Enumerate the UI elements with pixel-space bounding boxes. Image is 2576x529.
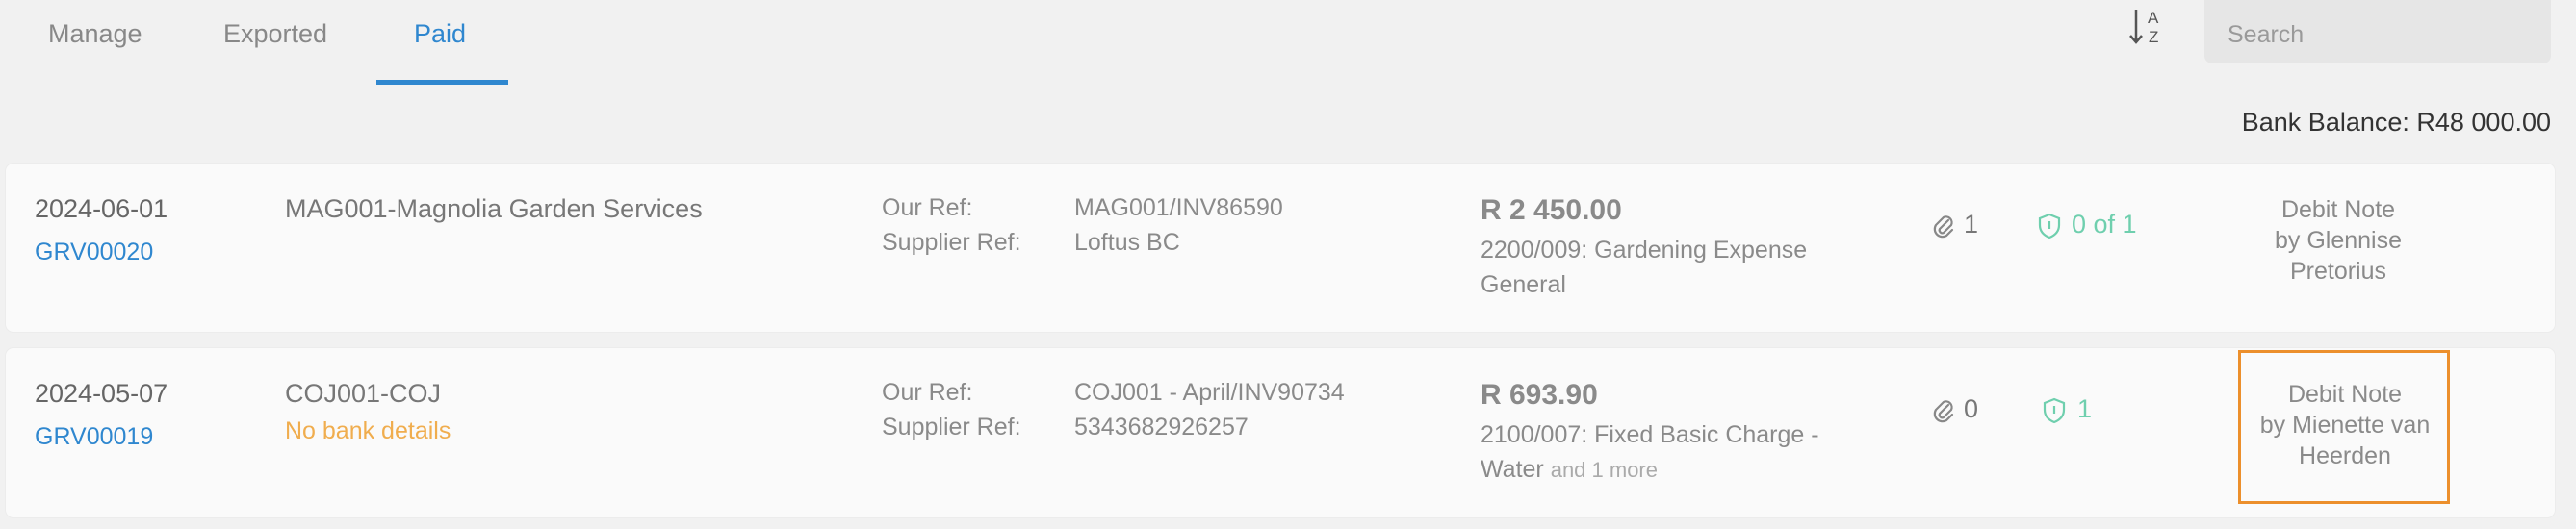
our-ref-label: Our Ref: (882, 379, 973, 406)
active-tab-indicator (376, 80, 508, 85)
amount: R 693.90 (1481, 379, 1598, 411)
paperclip-icon (1931, 396, 1956, 425)
amount: R 2 450.00 (1481, 194, 1622, 226)
approval-count: 1 (2077, 394, 2093, 423)
svg-text:A: A (2148, 9, 2159, 27)
grv-link[interactable]: GRV00019 (35, 423, 153, 451)
shield-icon (2037, 212, 2062, 240)
bank-balance: Bank Balance: R48 000.00 (2241, 108, 2551, 137)
supplier-name: COJ001-COJ (285, 379, 442, 408)
shield-icon (2042, 396, 2067, 425)
approval-count: 0 of 1 (2072, 210, 2137, 239)
our-ref-value: COJ001 - April/INV90734 (1074, 379, 1345, 406)
our-ref-label: Our Ref: (882, 194, 973, 221)
note-type: Debit Note (2287, 381, 2403, 408)
more-accounts-link[interactable]: and 1 more (1551, 458, 1658, 482)
no-bank-details-warning: No bank details (285, 417, 451, 444)
sort-a-z-icon[interactable]: A Z (2127, 4, 2170, 50)
account-text: 2200/009: Gardening Expense General (1481, 237, 1808, 298)
note-author: by Mienette van Heerden (2259, 412, 2431, 469)
grv-link[interactable]: GRV00020 (35, 239, 153, 266)
note-author: by Glennise Pretorius (2274, 227, 2403, 285)
supplier-ref-label: Supplier Ref: (882, 414, 1021, 441)
debit-note-info[interactable]: Debit Note by Glennise Pretorius (2232, 194, 2444, 287)
tab-paid[interactable]: Paid (414, 19, 466, 49)
table-row[interactable]: 2024-05-07 GRV00019 COJ001-COJ No bank d… (6, 348, 2555, 517)
note-type: Debit Note (2280, 196, 2396, 223)
tab-bar: Manage Exported Paid (0, 0, 674, 87)
tab-exported[interactable]: Exported (223, 19, 327, 49)
account-line: 2200/009: Gardening Expense General (1481, 233, 1885, 302)
svg-text:Z: Z (2149, 28, 2158, 46)
supplier-ref-value: 5343682926257 (1074, 414, 1249, 441)
supplier-ref-label: Supplier Ref: (882, 229, 1021, 256)
row-date: 2024-06-01 (35, 194, 168, 223)
search-input[interactable] (2204, 0, 2551, 63)
supplier-ref-value: Loftus BC (1074, 229, 1180, 256)
attachment-count: 1 (1964, 210, 1979, 239)
attachment-count: 0 (1964, 394, 1979, 423)
paperclip-icon (1931, 212, 1956, 240)
supplier-name: MAG001-Magnolia Garden Services (285, 194, 703, 223)
tab-manage[interactable]: Manage (48, 19, 142, 49)
debit-note-info[interactable]: Debit Note by Mienette van Heerden (2239, 379, 2451, 471)
account-line: 2100/007: Fixed Basic Charge - Water and… (1481, 417, 1885, 488)
row-date: 2024-05-07 (35, 379, 168, 408)
our-ref-value: MAG001/INV86590 (1074, 194, 1283, 221)
table-row[interactable]: 2024-06-01 GRV00020 MAG001-Magnolia Gard… (6, 164, 2555, 332)
